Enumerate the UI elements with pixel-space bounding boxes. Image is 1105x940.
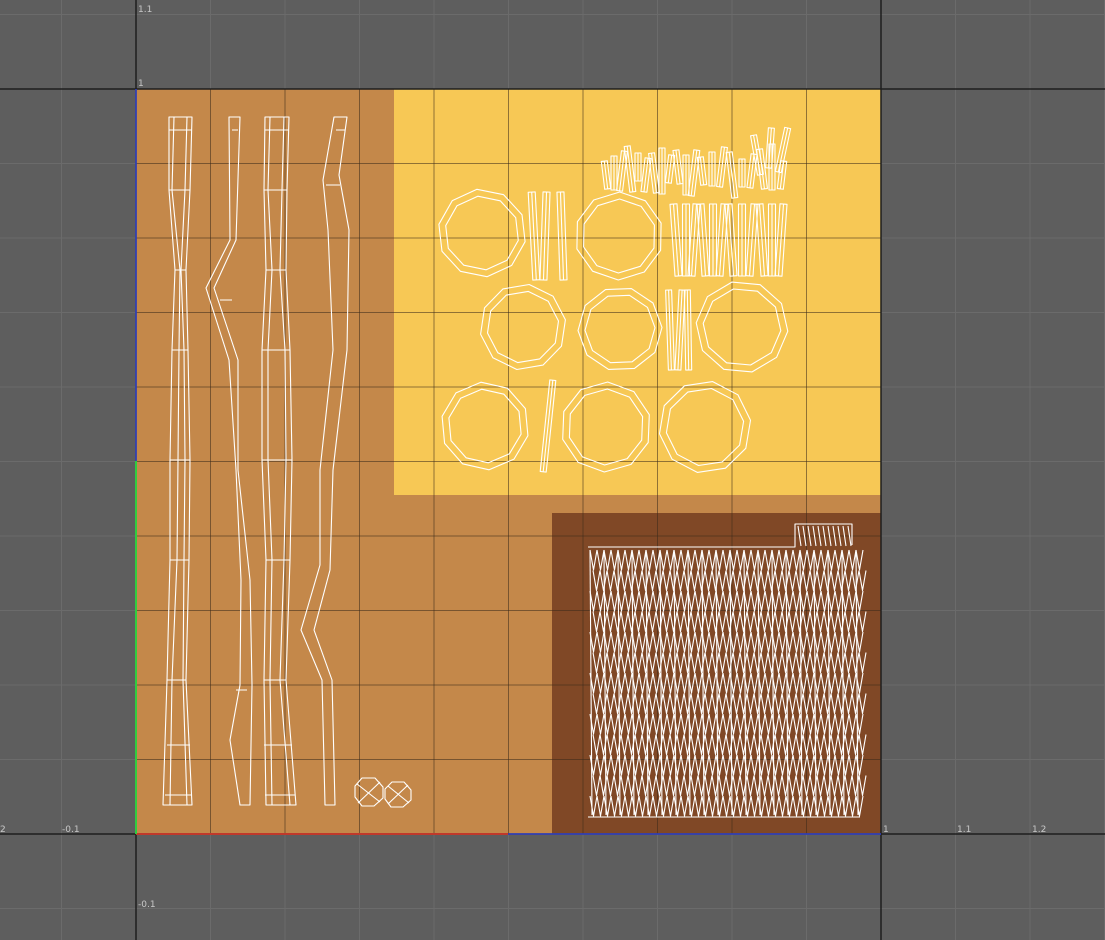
texture-yellow-region [394,89,881,495]
tick-u-1: 1 [883,825,889,835]
tick-u-1-1: 1.1 [957,825,971,835]
tick-v-neg-0-1: -0.1 [138,900,156,910]
uv-canvas[interactable]: 1.1 1 -0.1 2 -0.1 1 1.1 1.2 [0,0,1105,940]
tick-v-1: 1 [138,79,144,89]
tick-u-neg-0-2: 2 [0,825,6,835]
uv-editor-viewport[interactable]: 1.1 1 -0.1 2 -0.1 1 1.1 1.2 [0,0,1105,940]
tick-u-neg-0-1: -0.1 [62,825,80,835]
tick-u-1-2: 1.2 [1032,825,1046,835]
tick-v-1-1: 1.1 [138,5,152,15]
